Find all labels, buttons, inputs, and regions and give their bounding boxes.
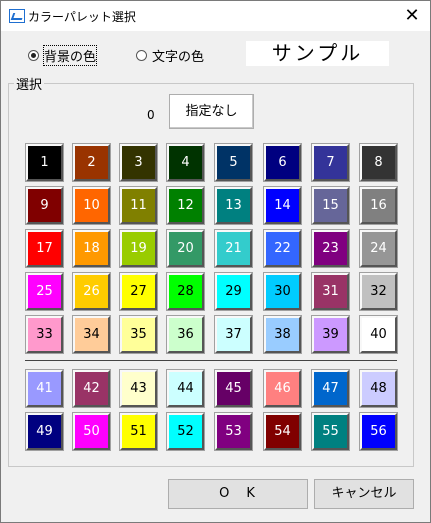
ok-button[interactable]: O K — [168, 479, 308, 509]
color-palette-dialog: カラーパレット選択 ✕ 背景の色 文字の色 サンプル 選択 0 指定なし 123… — [0, 0, 431, 523]
selection-group-label: 選択 — [14, 74, 45, 93]
color-swatch-44[interactable]: 44 — [166, 369, 205, 408]
color-swatch-54[interactable]: 54 — [263, 412, 302, 451]
color-swatch-56[interactable]: 56 — [359, 412, 398, 451]
color-swatch-20[interactable]: 20 — [166, 229, 205, 268]
background-color-label: 背景の色 — [42, 45, 98, 66]
color-swatch-10[interactable]: 10 — [72, 186, 111, 225]
color-swatch-17[interactable]: 17 — [25, 229, 64, 268]
color-swatch-25[interactable]: 25 — [25, 272, 64, 311]
no-color-button[interactable]: 指定なし — [169, 94, 254, 129]
color-swatch-38[interactable]: 38 — [263, 315, 302, 354]
color-swatch-21[interactable]: 21 — [214, 229, 253, 268]
color-swatch-7[interactable]: 7 — [311, 143, 350, 182]
color-swatch-12[interactable]: 12 — [166, 186, 205, 225]
color-swatch-41[interactable]: 41 — [25, 369, 64, 408]
color-swatch-16[interactable]: 16 — [359, 186, 398, 225]
selection-group — [8, 83, 414, 467]
radio-unselected-icon — [136, 50, 147, 61]
close-icon[interactable]: ✕ — [394, 1, 430, 31]
color-swatch-36[interactable]: 36 — [166, 315, 205, 354]
color-swatch-23[interactable]: 23 — [311, 229, 350, 268]
text-color-label: 文字の色 — [152, 50, 205, 65]
color-swatch-24[interactable]: 24 — [359, 229, 398, 268]
color-swatch-29[interactable]: 29 — [214, 272, 253, 311]
color-swatch-11[interactable]: 11 — [119, 186, 158, 225]
radio-selected-icon — [28, 50, 39, 61]
color-swatch-33[interactable]: 33 — [25, 315, 64, 354]
background-color-radio[interactable]: 背景の色 — [28, 45, 98, 66]
color-swatch-2[interactable]: 2 — [72, 143, 111, 182]
color-swatch-27[interactable]: 27 — [119, 272, 158, 311]
color-swatch-14[interactable]: 14 — [263, 186, 302, 225]
color-swatch-18[interactable]: 18 — [72, 229, 111, 268]
color-swatch-22[interactable]: 22 — [263, 229, 302, 268]
color-swatch-53[interactable]: 53 — [214, 412, 253, 451]
color-swatch-35[interactable]: 35 — [119, 315, 158, 354]
color-swatch-28[interactable]: 28 — [166, 272, 205, 311]
color-swatch-8[interactable]: 8 — [359, 143, 398, 182]
text-color-radio[interactable]: 文字の色 — [136, 46, 204, 65]
color-swatch-40[interactable]: 40 — [359, 315, 398, 354]
color-swatch-4[interactable]: 4 — [166, 143, 205, 182]
color-swatch-46[interactable]: 46 — [263, 369, 302, 408]
color-swatch-55[interactable]: 55 — [311, 412, 350, 451]
color-swatch-9[interactable]: 9 — [25, 186, 64, 225]
color-swatch-1[interactable]: 1 — [25, 143, 64, 182]
color-swatch-47[interactable]: 47 — [311, 369, 350, 408]
color-swatch-13[interactable]: 13 — [214, 186, 253, 225]
color-swatch-49[interactable]: 49 — [25, 412, 64, 451]
color-swatch-32[interactable]: 32 — [359, 272, 398, 311]
color-swatch-19[interactable]: 19 — [119, 229, 158, 268]
color-swatch-31[interactable]: 31 — [311, 272, 350, 311]
color-swatch-42[interactable]: 42 — [72, 369, 111, 408]
color-swatch-39[interactable]: 39 — [311, 315, 350, 354]
color-swatch-15[interactable]: 15 — [311, 186, 350, 225]
window-title: カラーパレット選択 — [28, 10, 136, 24]
color-swatch-43[interactable]: 43 — [119, 369, 158, 408]
color-swatch-51[interactable]: 51 — [119, 412, 158, 451]
color-swatch-5[interactable]: 5 — [214, 143, 253, 182]
color-swatch-34[interactable]: 34 — [72, 315, 111, 354]
app-icon — [9, 9, 25, 23]
palette-divider — [25, 360, 397, 361]
color-swatch-52[interactable]: 52 — [166, 412, 205, 451]
color-swatch-6[interactable]: 6 — [263, 143, 302, 182]
color-swatch-37[interactable]: 37 — [214, 315, 253, 354]
color-swatch-30[interactable]: 30 — [263, 272, 302, 311]
cancel-button[interactable]: キャンセル — [314, 479, 414, 509]
color-swatch-26[interactable]: 26 — [72, 272, 111, 311]
color-swatch-50[interactable]: 50 — [72, 412, 111, 451]
sample-preview: サンプル — [246, 41, 389, 66]
color-swatch-45[interactable]: 45 — [214, 369, 253, 408]
zero-label: 0 — [147, 108, 155, 122]
color-swatch-3[interactable]: 3 — [119, 143, 158, 182]
title-bar: カラーパレット選択 ✕ — [1, 1, 430, 31]
color-swatch-48[interactable]: 48 — [359, 369, 398, 408]
